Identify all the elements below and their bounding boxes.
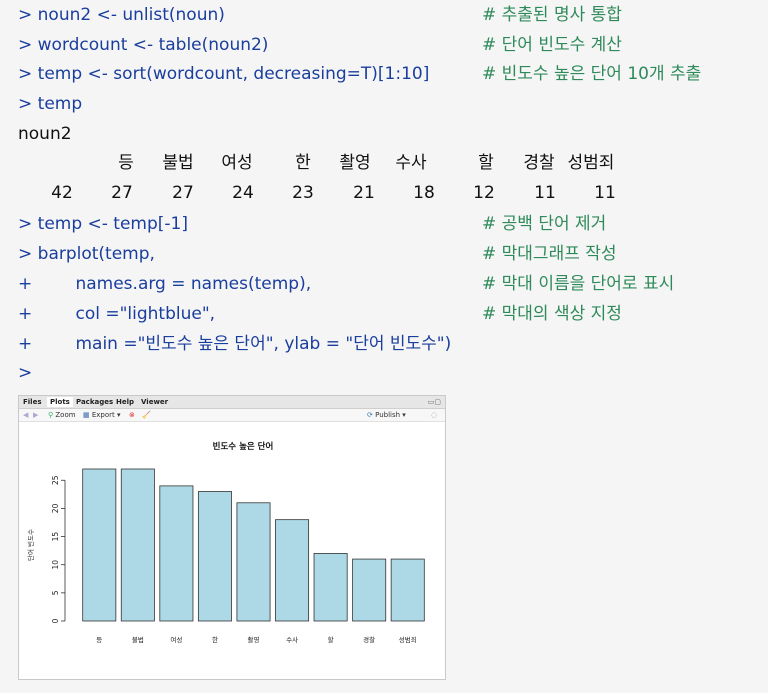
window-controls-icon[interactable]: ▭▢ [428,398,441,406]
table-count: 18 [413,183,435,203]
y-tick-label: 5 [51,590,60,595]
table-word: 할 [478,153,494,173]
zoom-button[interactable]: ⚲ Zoom [48,410,76,420]
bar [197,491,232,622]
table-count: 42 [51,183,73,203]
bar [352,558,387,622]
x-tick-label: 수사 [286,635,298,644]
console-prompt[interactable]: > [18,362,32,384]
console-comment-6: # 막대그래프 작성 [482,244,617,264]
broom-icon[interactable]: 🧹 [142,410,151,420]
console-comment-2: # 단어 빈도수 계산 [482,35,622,55]
table-word: 성범죄 [567,153,615,173]
x-tick-label: 한 [212,636,218,644]
table-word: 수사 [395,153,427,173]
refresh-icon[interactable]: ◌ [431,410,437,420]
y-tick-label: 20 [51,503,60,513]
console-comment-1: # 추출된 명사 통합 [482,5,622,25]
y-axis-label: 단어 빈도수 [26,529,35,561]
bar [120,468,155,622]
export-label: Export ▾ [91,411,121,419]
bar [236,502,271,622]
export-icon: ▦ [83,411,90,419]
table-word: 여성 [221,153,253,173]
y-tick-label: 15 [51,532,60,542]
x-tick-label: 불법 [132,635,144,644]
table-count: 11 [594,183,616,203]
console-line-1: > noun2 <- unlist(noun) [18,5,225,25]
barplot: 빈도수 높은 단어 0 5 10 15 20 25 단어 빈도수등 불법 여성 한 촬영 수사 할 경찰 성범… [26,441,425,644]
tab-files[interactable]: Files [23,397,42,407]
table-count: 24 [232,183,254,203]
console-line-9: + main ="빈도수 높은 단어", ylab = "단어 빈도수") [18,334,452,354]
console-comment-3: # 빈도수 높은 단어 10개 추출 [482,64,702,84]
output-header: noun2 [18,124,72,144]
table-count: 12 [473,183,495,203]
table-word: 등 [118,153,134,173]
console-line-5: > temp <- temp[-1] [18,214,188,234]
console-line-7: + names.arg = names(temp), [18,274,312,294]
y-tick-label: 10 [51,560,60,570]
plot-toolbar: ◀ ▶ ⚲ Zoom ▦ Export ▾ ⊗ 🧹 ⟳ Publish ▾ ◌ [19,409,445,422]
tab-help[interactable]: Help [116,397,134,407]
y-tick-label: 25 [51,475,60,485]
console-comment-8: # 막대의 색상 지정 [482,304,622,324]
x-tick-label: 성범죄 [399,635,417,644]
x-tick-label: 여성 [170,635,182,644]
x-tick-label: 촬영 [248,635,260,644]
plots-pane: Files Plots Packages Help Viewer ▭▢ ◀ ▶ … [18,395,446,680]
forward-arrow-icon[interactable]: ▶ [33,410,38,420]
remove-plot-icon[interactable]: ⊗ [129,410,135,420]
table-count: 21 [353,183,375,203]
x-tick-label: 할 [328,635,334,644]
x-tick-label: 경찰 [363,635,375,644]
table-word: 한 [295,153,311,173]
table-count: 23 [292,183,314,203]
publish-button[interactable]: ⟳ Publish ▾ [367,410,406,420]
console-line-2: > wordcount <- table(noun2) [18,35,269,55]
table-word: 경찰 [523,153,555,173]
zoom-label: Zoom [55,411,76,419]
back-arrow-icon[interactable]: ◀ [23,410,28,420]
table-count: 11 [534,183,556,203]
bar [313,553,348,622]
table-count: 27 [111,183,133,203]
table-word: 불법 [162,153,194,173]
publish-label: Publish ▾ [375,411,406,419]
bar [82,468,117,622]
table-words-row: 등 불법 여성 한 촬영 수사 할 경찰 성범죄 [0,152,680,174]
x-tick-label: 등 [96,636,102,644]
console-line-8: + col ="lightblue", [18,304,216,324]
table-counts-row: 42 27 27 24 23 21 18 12 11 11 [0,182,680,204]
console-line-4: > temp [18,94,83,114]
tab-viewer[interactable]: Viewer [141,397,168,407]
console-line-6: > barplot(temp, [18,244,155,264]
bar [159,485,194,622]
console-line-3: > temp <- sort(wordcount, decreasing=T)[… [18,64,430,84]
publish-icon: ⟳ [367,411,373,419]
bar [390,558,425,622]
tab-plots[interactable]: Plots [47,397,73,407]
bar [275,519,310,622]
table-count: 27 [172,183,194,203]
tab-packages[interactable]: Packages [76,397,113,407]
chart-title: 빈도수 높은 단어 [213,441,274,452]
magnifier-icon: ⚲ [48,411,54,419]
console-comment-5: # 공백 단어 제거 [482,214,607,234]
export-button[interactable]: ▦ Export ▾ [83,410,121,420]
table-word: 촬영 [339,153,371,173]
pane-tabs: Files Plots Packages Help Viewer ▭▢ [19,396,445,409]
console-comment-7: # 막대 이름을 단어로 표시 [482,274,675,294]
y-tick-label: 0 [51,618,60,623]
